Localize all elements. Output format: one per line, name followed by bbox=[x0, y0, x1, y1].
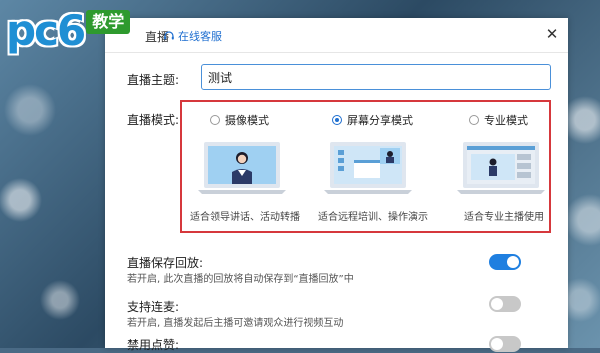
setting-replay-desc: 若开启, 此次直播的回放将自动保存到“直播回放”中 bbox=[127, 274, 354, 285]
logo-badge: 教学 bbox=[86, 10, 131, 34]
radio-screen-share[interactable] bbox=[332, 115, 342, 125]
mode-option-desc: 适合领导讲话、活动转播 bbox=[190, 212, 300, 223]
disable-like-toggle[interactable] bbox=[489, 336, 521, 352]
close-icon[interactable]: ✕ bbox=[542, 24, 562, 44]
screen-share-mode-illustration bbox=[324, 142, 412, 194]
camera-mode-illustration bbox=[198, 142, 286, 194]
mode-option-label: 屏幕分享模式 bbox=[347, 114, 413, 127]
live-stream-dialog: 直播 在线客服 ✕ 直播主题: 测试 直播模式: 摄像模式 适合领导讲话、活动转… bbox=[105, 18, 568, 352]
topic-input[interactable]: 测试 bbox=[201, 64, 551, 90]
setting-like-title: 禁用点赞: bbox=[127, 338, 180, 352]
mic-link-toggle[interactable] bbox=[489, 296, 521, 312]
topic-label: 直播主题: bbox=[127, 73, 180, 87]
mode-option-camera[interactable]: 摄像模式 bbox=[210, 112, 269, 128]
toggle-knob bbox=[507, 256, 519, 268]
mode-option-desc: 适合专业主播使用 bbox=[464, 212, 544, 223]
dialog-header: 直播 在线客服 ✕ bbox=[105, 18, 568, 53]
mode-label: 直播模式: bbox=[127, 113, 180, 127]
replay-toggle[interactable] bbox=[489, 254, 521, 270]
toggle-knob bbox=[491, 298, 503, 310]
toggle-knob bbox=[491, 338, 503, 350]
headset-icon bbox=[164, 31, 174, 40]
mode-option-label: 摄像模式 bbox=[225, 114, 269, 127]
professional-mode-illustration bbox=[457, 142, 545, 194]
online-service-link[interactable]: 在线客服 bbox=[163, 28, 222, 44]
setting-replay-title: 直播保存回放: bbox=[127, 256, 204, 270]
logo-text: pc6 bbox=[6, 6, 86, 55]
setting-mic-desc: 若开启, 直播发起后主播可邀请观众进行视频互动 bbox=[127, 318, 344, 329]
mode-option-professional[interactable]: 专业模式 bbox=[469, 112, 528, 128]
mode-option-screen-share[interactable]: 屏幕分享模式 bbox=[332, 112, 413, 128]
online-service-label: 在线客服 bbox=[178, 30, 222, 43]
radio-professional[interactable] bbox=[469, 115, 479, 125]
mode-selection-box: 摄像模式 适合领导讲话、活动转播 屏幕分享模式 适合远程培训、操作演示 专业模式… bbox=[180, 100, 551, 233]
setting-mic-title: 支持连麦: bbox=[127, 300, 180, 314]
pc6-watermark-logo: pc6 教学 bbox=[6, 6, 131, 55]
radio-camera[interactable] bbox=[210, 115, 220, 125]
mode-option-desc: 适合远程培训、操作演示 bbox=[318, 212, 428, 223]
mode-option-label: 专业模式 bbox=[484, 114, 528, 127]
